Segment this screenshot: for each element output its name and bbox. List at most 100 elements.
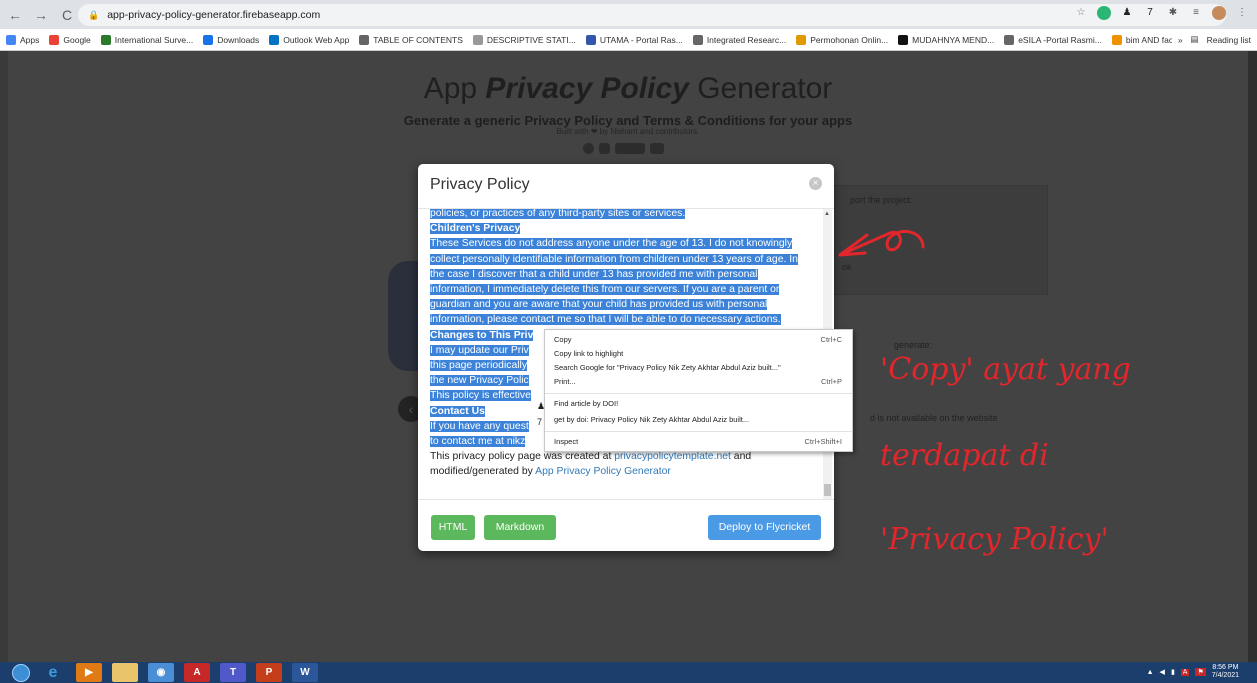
- bookmark-item[interactable]: TABLE OF CONTENTS: [359, 34, 463, 45]
- reading-list-icon: ▤: [1190, 34, 1199, 44]
- bookmark-label: Outlook Web App: [283, 34, 350, 45]
- markdown-button[interactable]: Markdown: [484, 515, 556, 540]
- scroll-thumb[interactable]: [824, 484, 831, 496]
- bookmark-item[interactable]: Integrated Researc...: [692, 34, 786, 45]
- deploy-flycricket-button[interactable]: Deploy to Flycricket: [708, 515, 821, 540]
- github-star-button[interactable]: [615, 143, 645, 154]
- menu-item-label: Search Google for "Privacy Policy Nik Ze…: [554, 363, 781, 372]
- puzzle-icon[interactable]: ✱: [1166, 6, 1180, 20]
- bookmark-label: International Surve...: [114, 34, 194, 45]
- bookmark-label: Apps: [20, 34, 40, 45]
- bookmark-item[interactable]: Outlook Web App: [269, 34, 350, 45]
- extension-seven-icon[interactable]: 7: [1143, 6, 1157, 20]
- menu-item-search-google[interactable]: Search Google for "Privacy Policy Nik Ze…: [545, 361, 852, 375]
- generator-link[interactable]: App Privacy Policy Generator: [535, 466, 671, 477]
- media-icon[interactable]: ▶: [76, 663, 102, 682]
- bookmark-item[interactable]: eSILA -Portal Rasmi...: [1004, 34, 1102, 45]
- bookmark-icon: [203, 34, 214, 45]
- playlist-icon[interactable]: ≡: [1189, 6, 1203, 20]
- start-button[interactable]: [12, 663, 30, 682]
- tray-arrow-icon[interactable]: ▲: [1147, 669, 1154, 676]
- bookmark-item[interactable]: Downloads: [203, 34, 260, 45]
- policy-line: guardian and you are aware that your chi…: [430, 299, 768, 311]
- bookmark-label: Downloads: [217, 34, 260, 45]
- share-buttons: [583, 143, 664, 154]
- word-icon[interactable]: W: [292, 663, 318, 682]
- chrome-icon[interactable]: ◉: [148, 663, 174, 682]
- bookmark-icon: [898, 34, 909, 45]
- bookmark-item[interactable]: Google: [49, 34, 91, 45]
- acrobat-icon[interactable]: A: [184, 663, 210, 682]
- powerpoint-icon[interactable]: P: [256, 663, 282, 682]
- forward-arrow-icon[interactable]: →: [30, 4, 52, 26]
- back-arrow-icon[interactable]: ←: [4, 4, 26, 26]
- menu-item-find-article[interactable]: ♟ Find article by DOI!: [537, 397, 852, 411]
- explorer-icon[interactable]: [112, 663, 138, 682]
- more-bookmarks-icon[interactable]: »: [1178, 35, 1183, 45]
- created-mid: and: [730, 451, 752, 463]
- bookmark-item[interactable]: UTAMA - Portal Ras...: [585, 34, 683, 45]
- extension-person-icon[interactable]: ♟: [1120, 6, 1134, 20]
- html-button[interactable]: HTML: [431, 515, 475, 540]
- star-icon[interactable]: ☆: [1074, 6, 1088, 20]
- bookmark-label: Permohonan Onlin...: [810, 34, 889, 45]
- twitter-icon[interactable]: [583, 143, 594, 154]
- bookmark-icon: [1004, 34, 1015, 45]
- avatar[interactable]: [1212, 6, 1226, 20]
- heading-changes: Changes to This Priv: [430, 329, 534, 341]
- policy-line: collect personally identifiable informat…: [430, 253, 798, 265]
- tray-acrobat-icon[interactable]: A: [1180, 668, 1190, 676]
- bookmark-icon: [359, 34, 370, 45]
- page-scrollbar[interactable]: [1248, 51, 1257, 662]
- policy-line: to contact me at nikz: [430, 436, 526, 448]
- close-icon[interactable]: ×: [809, 177, 822, 190]
- flag-icon[interactable]: ⚑: [1195, 668, 1206, 676]
- menu-item-copy[interactable]: Copy Ctrl+C: [545, 333, 852, 347]
- bookmark-icon: [269, 34, 280, 45]
- facebook-icon[interactable]: [599, 143, 610, 154]
- windows-taskbar: e ▶ ◉ A T P W ▲ ◀ ▮ A ⚑ 8:56 PM 7/4/2021: [0, 662, 1257, 683]
- bookmark-icon: [692, 34, 703, 45]
- system-tray: ▲ ◀ ▮ A ⚑ 8:56 PM 7/4/2021: [1147, 664, 1239, 680]
- menu-item-get-by-doi[interactable]: 7 get by doi: Privacy Policy Nik Zety Ak…: [537, 413, 852, 427]
- menu-separator: [545, 431, 852, 432]
- bookmark-icon: [472, 34, 483, 45]
- star-count: [650, 143, 664, 154]
- bookmark-icon: [6, 34, 16, 45]
- bookmark-icon: [1111, 34, 1122, 45]
- ie-icon[interactable]: e: [40, 663, 66, 682]
- built-with-text: Built with ❤ by Nishant and contributors…: [556, 127, 700, 136]
- bookmark-icon: [585, 34, 596, 45]
- menu-item-shortcut: Ctrl+P: [820, 377, 842, 386]
- modal-footer: HTML Markdown Deploy to Flycricket: [418, 499, 834, 551]
- privacypolicytemplate-link[interactable]: privacypolicytemplate.net: [614, 451, 731, 462]
- reload-icon[interactable]: C: [56, 4, 78, 26]
- context-menu: Copy Ctrl+C Copy link to highlight Searc…: [537, 329, 853, 452]
- bookmark-item[interactable]: International Surve...: [100, 34, 194, 45]
- network-icon[interactable]: ▮: [1171, 668, 1175, 676]
- bookmark-item[interactable]: MUDAHNYA MEND...: [898, 34, 994, 45]
- bookmark-item[interactable]: Apps: [6, 34, 40, 45]
- title-emphasis: Privacy Policy: [485, 72, 689, 105]
- menu-item-shortcut: Ctrl+Shift+I: [804, 437, 842, 446]
- url-text: app-privacy-policy-generator.firebaseapp…: [107, 9, 321, 21]
- menu-item-inspect[interactable]: Inspect Ctrl+Shift+I: [545, 435, 852, 449]
- menu-item-copy-link[interactable]: Copy link to highlight: [545, 347, 852, 361]
- clock-date: 7/4/2021: [1211, 672, 1239, 679]
- title-part: Generator: [688, 72, 833, 105]
- extension-green-icon[interactable]: [1097, 6, 1111, 20]
- bookmark-label: Google: [63, 34, 91, 45]
- menu-item-print[interactable]: Print... Ctrl+P: [545, 375, 852, 389]
- menu-item-label: Copy: [554, 335, 572, 344]
- bookmark-label: eSILA -Portal Rasmi...: [1018, 34, 1102, 45]
- reading-list-button[interactable]: » ▤ Reading list: [1171, 34, 1251, 45]
- menu-kebab-icon[interactable]: ⋮: [1235, 6, 1249, 20]
- bookmark-item[interactable]: DESCRIPTIVE STATI...: [472, 34, 576, 45]
- address-bar[interactable]: 🔒 app-privacy-policy-generator.firebasea…: [78, 4, 1226, 26]
- teams-icon[interactable]: T: [220, 663, 246, 682]
- volume-icon[interactable]: ◀: [1160, 668, 1165, 676]
- bookmark-item[interactable]: Permohonan Onlin...: [796, 34, 889, 45]
- clock[interactable]: 8:56 PM 7/4/2021: [1212, 664, 1239, 680]
- scroll-up-icon[interactable]: ▲: [824, 211, 830, 217]
- page-title: App Privacy Policy Generator: [8, 72, 1248, 106]
